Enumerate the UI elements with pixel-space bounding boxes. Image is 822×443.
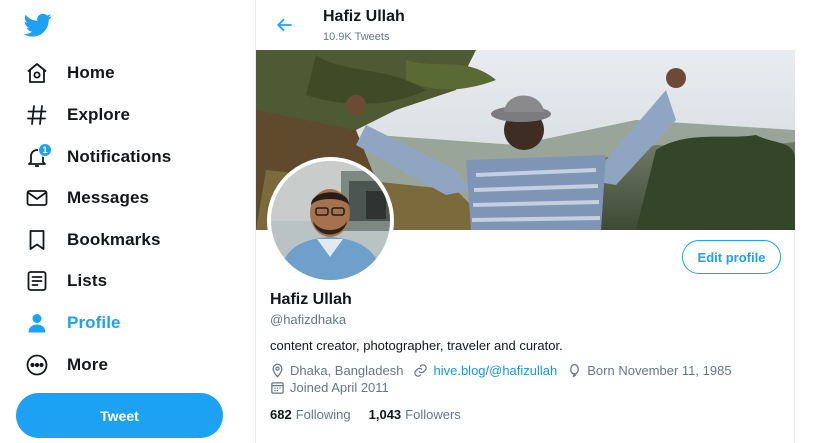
avatar[interactable] [267, 157, 394, 284]
website[interactable]: hive.blog/@hafizullah [413, 363, 557, 378]
sidebar-item-label: Profile [67, 313, 121, 332]
profile-handle: @hafizdhaka [270, 312, 347, 327]
sidebar-item-explore[interactable]: Explore [22, 97, 130, 133]
followers-link[interactable]: 1,043 Followers [369, 407, 461, 422]
sidebar-item-label: Lists [67, 271, 108, 290]
location: Dhaka, Bangladesh [270, 363, 403, 378]
sidebar-item-messages[interactable]: Messages [22, 180, 149, 216]
balloon-icon [570, 363, 580, 378]
page-title: Hafiz Ullah [323, 8, 405, 25]
home-icon [22, 58, 52, 88]
birthday: Born November 11, 1985 [567, 363, 732, 378]
joined-text: Joined April 2011 [290, 380, 389, 395]
sidebar-item-notifications[interactable]: 1 Notifications [22, 139, 171, 175]
sidebar-item-home[interactable]: Home [22, 55, 115, 91]
sidebar-item-label: More [67, 355, 109, 374]
calendar-icon [271, 382, 284, 394]
sidebar-item-label: Notifications [67, 147, 172, 166]
bell-icon: 1 [22, 142, 52, 172]
profile-meta: Dhaka, Bangladesh hive.blog/@hafizullah … [270, 363, 742, 378]
website-link[interactable]: hive.blog/@hafizullah [433, 363, 557, 378]
profile-name: Hafiz Ullah [270, 291, 352, 308]
sidebar-item-label: Explore [67, 105, 131, 124]
list-icon [22, 266, 52, 296]
follow-stats: 682 Following 1,043 Followers [270, 407, 479, 422]
sidebar-item-label: Messages [67, 188, 150, 207]
following-count: 682 [270, 407, 292, 422]
location-pin-icon [272, 363, 283, 378]
twitter-logo-icon[interactable] [23, 11, 52, 39]
envelope-icon [22, 183, 52, 213]
tweet-button[interactable]: Tweet [16, 393, 223, 438]
notification-badge: 1 [38, 143, 52, 157]
location-text: Dhaka, Bangladesh [290, 363, 404, 378]
following-link[interactable]: 682 Following [270, 407, 351, 422]
person-icon [22, 308, 52, 338]
sidebar-item-label: Bookmarks [67, 230, 161, 249]
bookmark-icon [22, 225, 52, 255]
sidebar-item-lists[interactable]: Lists [22, 263, 107, 299]
back-arrow-icon[interactable] [273, 13, 297, 37]
sidebar-item-more[interactable]: More [22, 347, 108, 383]
hashtag-icon [22, 100, 52, 130]
followers-label: Followers [405, 407, 461, 422]
joined: Joined April 2011 [270, 380, 389, 395]
profile-bio: content creator, photographer, traveler … [270, 338, 563, 353]
sidebar: Home Explore 1 Notifications Messages Bo… [0, 0, 255, 443]
profile-column: Hafiz Ullah 10.9K Tweets Edit profile Ha… [255, 0, 795, 443]
profile-header: Hafiz Ullah 10.9K Tweets [256, 0, 795, 50]
birthday-text: Born November 11, 1985 [587, 363, 732, 378]
following-label: Following [295, 407, 351, 422]
edit-profile-button[interactable]: Edit profile [682, 240, 781, 274]
sidebar-item-bookmarks[interactable]: Bookmarks [22, 222, 161, 258]
link-icon [414, 364, 428, 377]
tweet-count: 10.9K Tweets [323, 31, 390, 43]
profile-joined: Joined April 2011 [270, 380, 399, 395]
followers-count: 1,043 [368, 407, 402, 422]
more-icon [22, 350, 52, 380]
sidebar-item-profile[interactable]: Profile [22, 305, 121, 341]
sidebar-item-label: Home [67, 63, 115, 82]
